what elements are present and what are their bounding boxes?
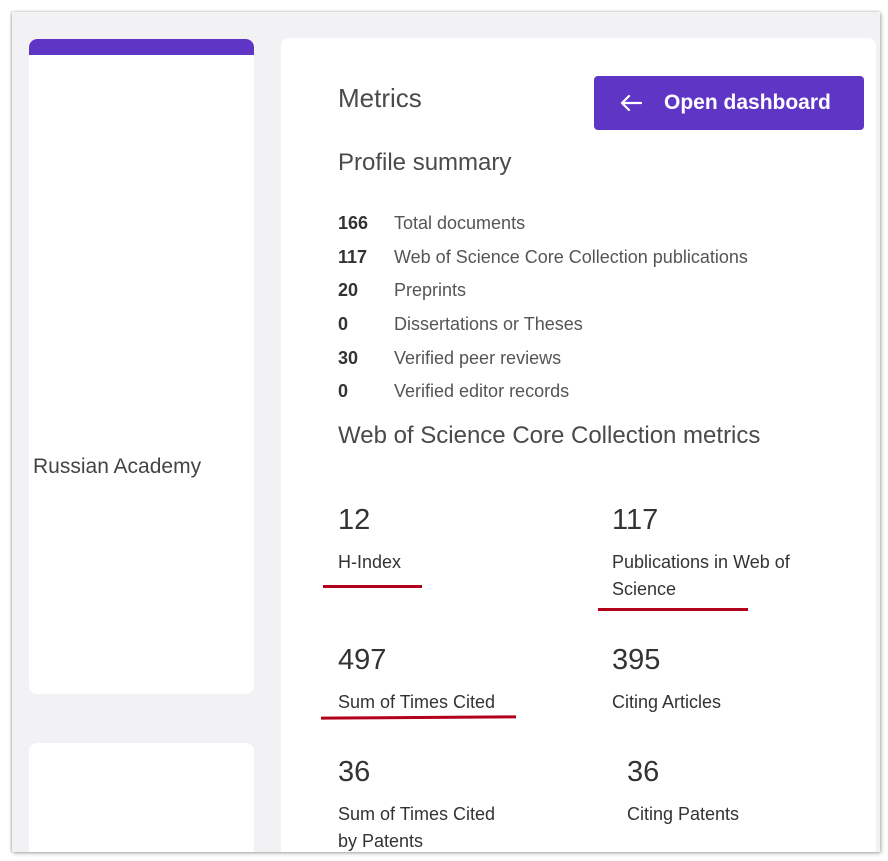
summary-count: 166: [338, 213, 369, 234]
summary-item: 30 Verified peer reviews: [338, 341, 748, 375]
summary-item: 20 Preprints: [338, 274, 748, 308]
summary-label: Preprints: [394, 280, 467, 301]
summary-item: 166 Total documents: [338, 207, 748, 241]
profile-summary-list: 166 Total documents 117 Web of Science C…: [338, 207, 748, 409]
metric-label: H-Index: [338, 552, 402, 572]
metric-label: Publications in Web of Science: [612, 552, 790, 599]
open-dashboard-label: Open dashboard: [664, 91, 831, 114]
summary-label: Total documents: [394, 213, 526, 234]
summary-count: 0: [338, 314, 349, 335]
metric-times-cited-patents[interactable]: 36 Sum of Times Cited by Patents: [338, 758, 518, 852]
profile-card-header-bar: [29, 39, 254, 55]
summary-count: 30: [338, 347, 359, 368]
metric-value: 497: [338, 644, 387, 676]
summary-item: 0 Verified editor records: [338, 375, 748, 409]
metric-label: Sum of Times Cited by Patents: [338, 804, 496, 851]
profile-summary-heading: Profile summary: [338, 149, 512, 176]
arrow-left-icon: [620, 94, 643, 112]
summary-label: Verified peer reviews: [394, 347, 562, 368]
metric-citing-articles[interactable]: 395 Citing Articles: [612, 646, 792, 716]
summary-label: Verified editor records: [394, 381, 570, 402]
annotation-underline-h-index: [323, 585, 422, 588]
open-dashboard-button[interactable]: Open dashboard: [594, 76, 864, 130]
annotation-underline-publications: [598, 608, 748, 611]
metric-label: Citing Articles: [612, 692, 722, 712]
metric-publications[interactable]: 117 Publications in Web of Science: [612, 506, 792, 603]
summary-label: Web of Science Core Collection publicati…: [394, 246, 748, 267]
metrics-title: Metrics: [338, 83, 422, 113]
summary-count: 20: [338, 280, 359, 301]
metric-value: 36: [627, 756, 660, 788]
metric-h-index[interactable]: 12 H-Index: [338, 506, 518, 576]
core-collection-heading: Web of Science Core Collection metrics: [338, 422, 761, 449]
secondary-card: [29, 743, 254, 852]
metric-label: Citing Patents: [627, 804, 740, 824]
summary-count: 117: [338, 246, 368, 267]
metric-value: 12: [338, 504, 371, 536]
metric-value: 117: [612, 504, 659, 536]
summary-item: 0 Dissertations or Theses: [338, 308, 748, 342]
metric-value: 395: [612, 644, 661, 676]
affiliation-text: Russian Academy: [33, 455, 202, 478]
profile-card: Russian Academy: [29, 39, 254, 694]
summary-label: Dissertations or Theses: [394, 314, 583, 335]
metric-value: 36: [338, 756, 371, 788]
metric-label: Sum of Times Cited: [338, 692, 496, 712]
summary-item: 117 Web of Science Core Collection publi…: [338, 241, 748, 275]
screenshot-frame: Russian Academy Metrics Open dashboard P…: [12, 12, 880, 852]
metric-citing-patents[interactable]: 36 Citing Patents: [627, 758, 807, 828]
summary-count: 0: [338, 381, 349, 402]
metric-times-cited[interactable]: 497 Sum of Times Cited: [338, 646, 518, 716]
